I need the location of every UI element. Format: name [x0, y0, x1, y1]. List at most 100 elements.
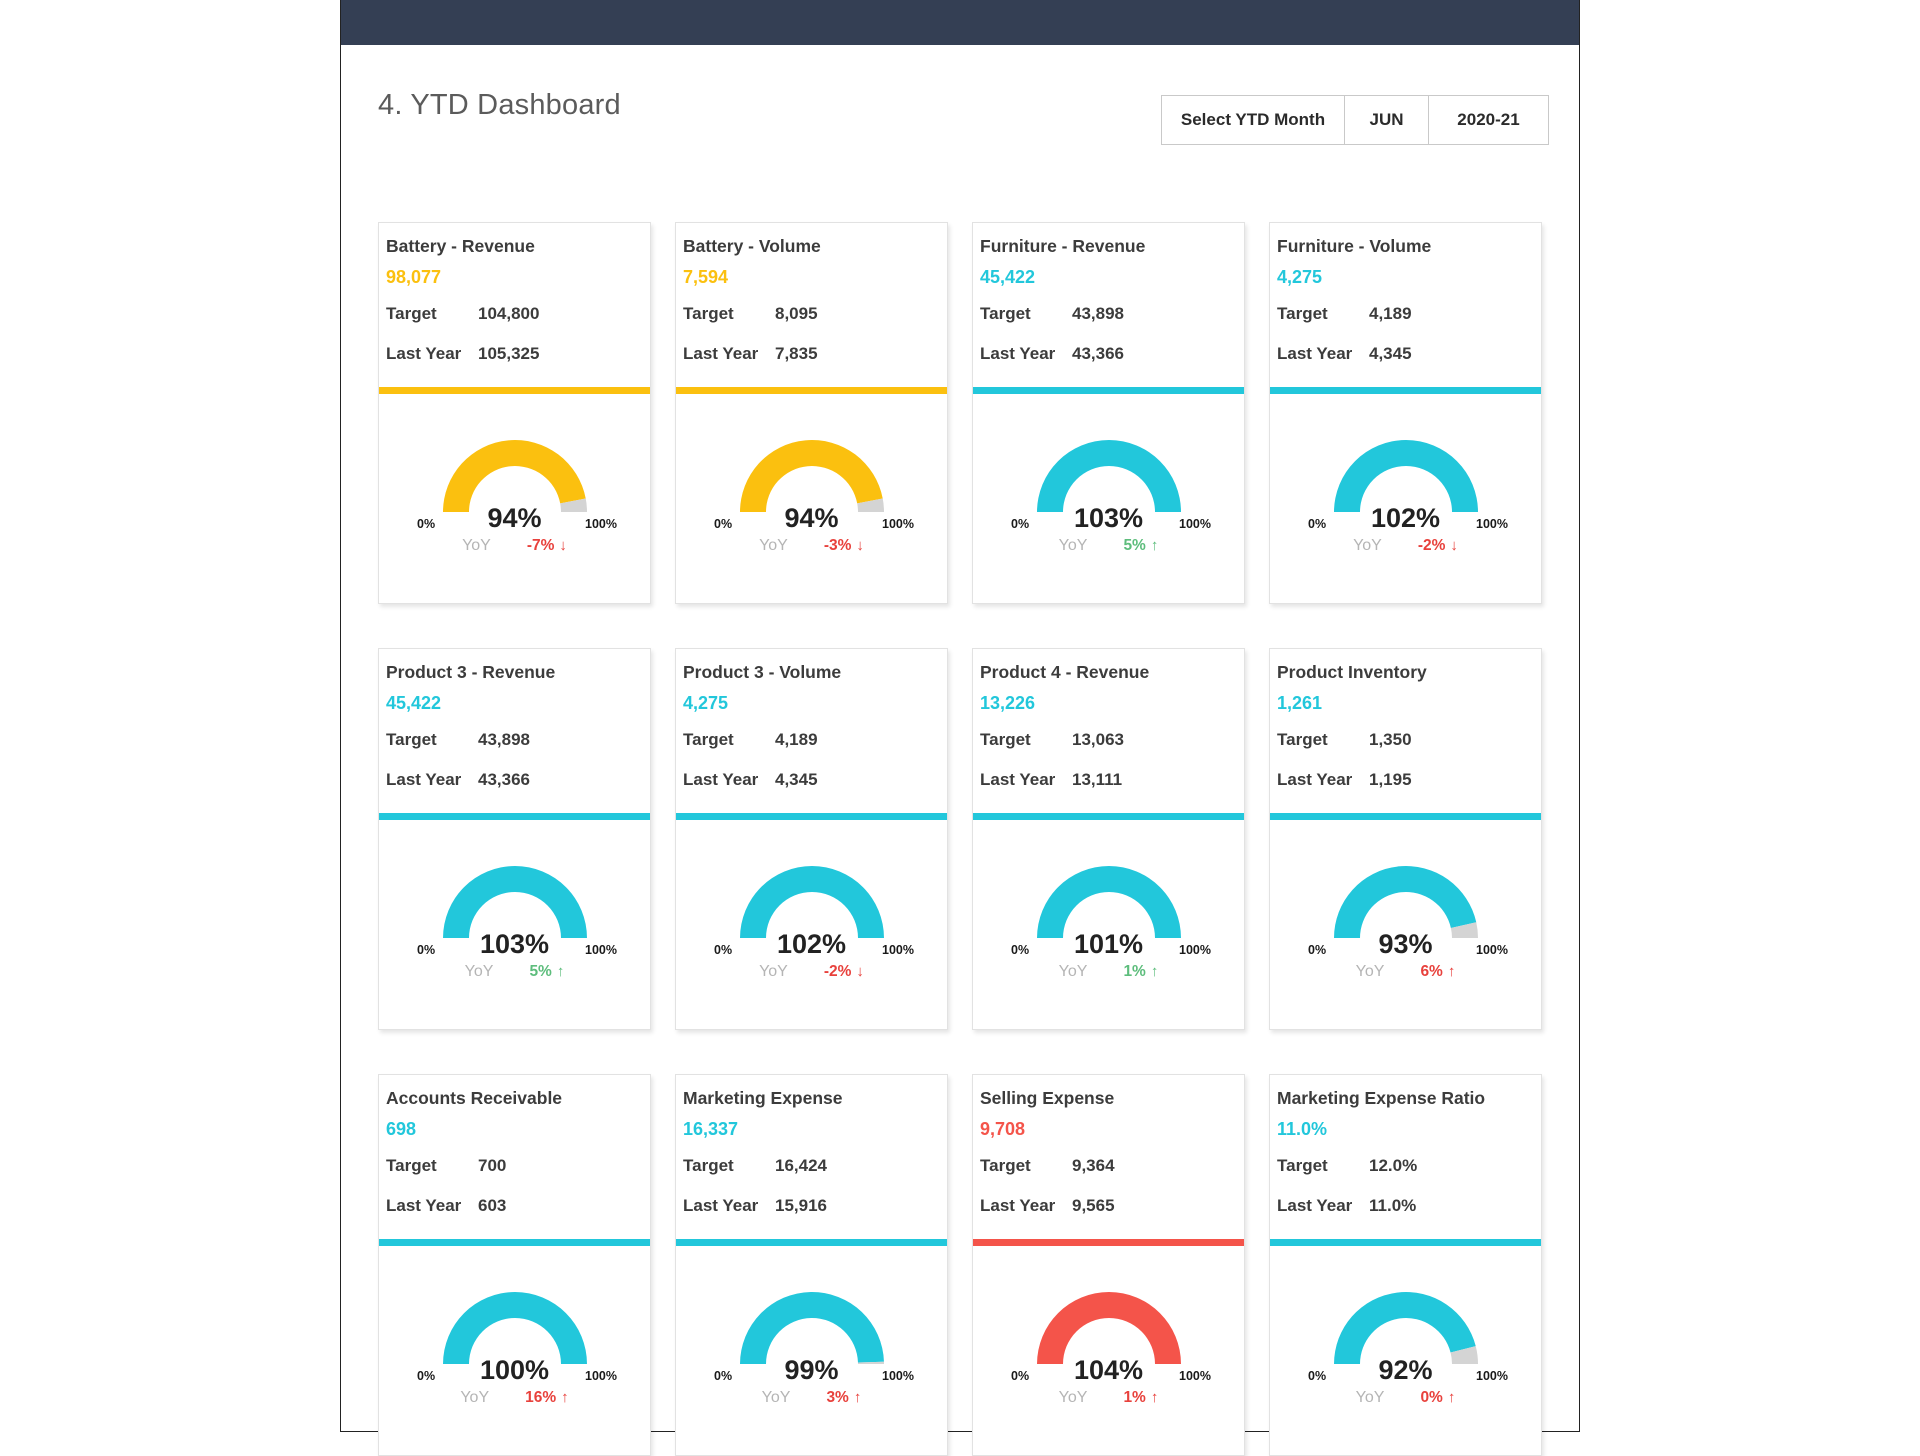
dashboard-page: 4. YTD Dashboard Select YTD Month JUN 20…: [340, 0, 1580, 1432]
kpi-last-year-row: Last Year43,366: [980, 344, 1124, 364]
arrow-up-icon: ↑: [1151, 537, 1159, 554]
kpi-target-row: Target12.0%: [1277, 1156, 1417, 1176]
kpi-target-row: Target700: [386, 1156, 506, 1176]
kpi-yoy-label: YoY: [759, 537, 788, 555]
arrow-down-icon: ↓: [559, 537, 567, 554]
kpi-actual-value: 9,708: [980, 1119, 1025, 1140]
kpi-gauge-percent: 100%: [480, 1355, 549, 1386]
kpi-card-title: Marketing Expense: [683, 1088, 843, 1109]
kpi-actual-value: 13,226: [980, 693, 1035, 714]
kpi-accent-divider: [379, 387, 650, 394]
kpi-last-year-value: 4,345: [1369, 344, 1412, 364]
kpi-gauge: 93% 0% 100% YoY 6% ↑: [1270, 825, 1541, 985]
kpi-yoy-value: 16%: [525, 1389, 556, 1407]
kpi-actual-value: 4,275: [1277, 267, 1322, 288]
kpi-yoy-row: YoY 3% ↑: [676, 1389, 947, 1407]
kpi-accent-divider: [379, 813, 650, 820]
kpi-gauge-max-label: 100%: [585, 1369, 617, 1383]
gauge-arc: [1318, 847, 1493, 942]
kpi-last-year-row: Last Year15,916: [683, 1196, 827, 1216]
kpi-gauge-max-label: 100%: [585, 517, 617, 531]
arrow-up-icon: ↑: [854, 1389, 862, 1406]
select-ytd-month-label[interactable]: Select YTD Month: [1162, 96, 1344, 144]
kpi-last-year-label: Last Year: [386, 1196, 478, 1216]
kpi-last-year-value: 7,835: [775, 344, 818, 364]
kpi-last-year-value: 603: [478, 1196, 506, 1216]
kpi-target-row: Target9,364: [980, 1156, 1115, 1176]
kpi-card-title: Product Inventory: [1277, 662, 1427, 683]
kpi-last-year-row: Last Year1,195: [1277, 770, 1412, 790]
kpi-gauge: 100% 0% 100% YoY 16% ↑: [379, 1251, 650, 1411]
kpi-last-year-value: 13,111: [1072, 770, 1122, 790]
kpi-card: Marketing Expense Ratio 11.0% Target12.0…: [1269, 1074, 1542, 1456]
kpi-card-title: Battery - Volume: [683, 236, 821, 257]
kpi-card-title: Furniture - Revenue: [980, 236, 1145, 257]
kpi-target-row: Target43,898: [980, 304, 1124, 324]
kpi-last-year-row: Last Year11.0%: [1277, 1196, 1416, 1216]
gauge-arc: [1318, 421, 1493, 516]
selected-month-value[interactable]: JUN: [1344, 96, 1428, 144]
kpi-last-year-row: Last Year13,111: [980, 770, 1122, 790]
kpi-yoy-label: YoY: [1059, 537, 1088, 555]
kpi-target-value: 16,424: [775, 1156, 827, 1176]
kpi-last-year-label: Last Year: [980, 344, 1072, 364]
gauge-arc: [427, 421, 602, 516]
arrow-up-icon: ↑: [1448, 963, 1456, 980]
kpi-target-value: 43,898: [478, 730, 530, 750]
kpi-gauge-max-label: 100%: [882, 1369, 914, 1383]
kpi-gauge-min-label: 0%: [1011, 1369, 1029, 1383]
kpi-card-title: Selling Expense: [980, 1088, 1114, 1109]
kpi-gauge-min-label: 0%: [714, 943, 732, 957]
kpi-target-value: 9,364: [1072, 1156, 1115, 1176]
kpi-last-year-label: Last Year: [683, 344, 775, 364]
kpi-yoy-value: 5%: [1123, 537, 1145, 555]
kpi-last-year-row: Last Year9,565: [980, 1196, 1115, 1216]
kpi-yoy-row: YoY 1% ↑: [973, 1389, 1244, 1407]
kpi-yoy-label: YoY: [1356, 1389, 1385, 1407]
kpi-gauge-max-label: 100%: [1179, 943, 1211, 957]
kpi-yoy-row: YoY -2% ↓: [676, 963, 947, 981]
kpi-card-title: Product 4 - Revenue: [980, 662, 1149, 683]
kpi-target-label: Target: [386, 730, 478, 750]
kpi-gauge: 94% 0% 100% YoY -3% ↓: [676, 399, 947, 559]
gauge-arc: [1021, 421, 1196, 516]
dashboard-header: 4. YTD Dashboard Select YTD Month JUN 20…: [341, 45, 1579, 165]
kpi-yoy-label: YoY: [460, 1389, 489, 1407]
kpi-gauge-percent: 102%: [1371, 503, 1440, 534]
kpi-actual-value: 7,594: [683, 267, 728, 288]
kpi-actual-value: 16,337: [683, 1119, 738, 1140]
kpi-last-year-value: 15,916: [775, 1196, 827, 1216]
kpi-actual-value: 698: [386, 1119, 416, 1140]
kpi-yoy-row: YoY 1% ↑: [973, 963, 1244, 981]
kpi-last-year-value: 43,366: [1072, 344, 1124, 364]
kpi-accent-divider: [379, 1239, 650, 1246]
gauge-arc: [724, 421, 899, 516]
kpi-yoy-value: -7%: [527, 537, 555, 555]
kpi-gauge: 102% 0% 100% YoY -2% ↓: [1270, 399, 1541, 559]
kpi-gauge: 94% 0% 100% YoY -7% ↓: [379, 399, 650, 559]
kpi-card: Selling Expense 9,708 Target9,364 Last Y…: [972, 1074, 1245, 1456]
kpi-target-row: Target43,898: [386, 730, 530, 750]
kpi-target-value: 8,095: [775, 304, 818, 324]
gauge-arc: [1318, 1273, 1493, 1368]
kpi-card: Furniture - Volume 4,275 Target4,189 Las…: [1269, 222, 1542, 604]
kpi-gauge: 102% 0% 100% YoY -2% ↓: [676, 825, 947, 985]
kpi-yoy-row: YoY -3% ↓: [676, 537, 947, 555]
kpi-yoy-value: 3%: [826, 1389, 848, 1407]
gauge-arc: [724, 1273, 899, 1368]
ytd-selector-group[interactable]: Select YTD Month JUN 2020-21: [1161, 95, 1549, 145]
kpi-accent-divider: [973, 387, 1244, 394]
kpi-target-row: Target4,189: [683, 730, 818, 750]
selected-year-value[interactable]: 2020-21: [1428, 96, 1548, 144]
kpi-last-year-label: Last Year: [683, 1196, 775, 1216]
kpi-gauge: 103% 0% 100% YoY 5% ↑: [379, 825, 650, 985]
kpi-gauge-min-label: 0%: [1011, 517, 1029, 531]
kpi-yoy-value: 1%: [1123, 1389, 1145, 1407]
kpi-last-year-value: 1,195: [1369, 770, 1412, 790]
kpi-card: Product Inventory 1,261 Target1,350 Last…: [1269, 648, 1542, 1030]
kpi-gauge-min-label: 0%: [1308, 943, 1326, 957]
kpi-yoy-row: YoY 5% ↑: [379, 963, 650, 981]
kpi-yoy-row: YoY 0% ↑: [1270, 1389, 1541, 1407]
kpi-actual-value: 11.0%: [1277, 1119, 1327, 1140]
kpi-yoy-row: YoY -2% ↓: [1270, 537, 1541, 555]
